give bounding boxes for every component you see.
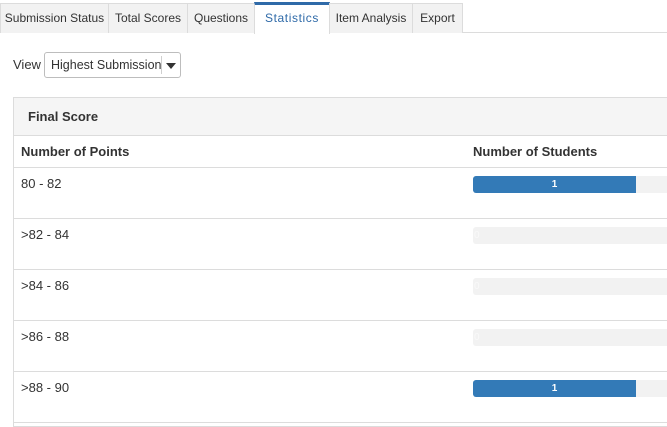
student-count-bar: 0: [473, 278, 667, 295]
points-range: 80 - 82: [21, 176, 62, 191]
panel-header: Final Score: [14, 98, 667, 136]
student-count-bar: 0: [473, 329, 667, 346]
table-row: 80 - 82 1: [14, 168, 667, 219]
column-header-points: Number of Points: [21, 144, 130, 159]
zero-count-label: 0: [474, 281, 480, 292]
table-row: >84 - 86 0: [14, 270, 667, 321]
column-header-students: Number of Students: [473, 144, 598, 159]
points-range: >88 - 90: [21, 380, 70, 395]
tab-statistics[interactable]: Statistics: [254, 2, 330, 34]
zero-count-label: 0: [474, 332, 480, 343]
final-score-panel: Final Score Number of Points Number of S…: [13, 97, 667, 427]
tab-bar: Submission Status Total Scores Questions…: [0, 0, 667, 34]
tab-questions[interactable]: Questions: [187, 3, 255, 33]
zero-count-label: 0: [474, 230, 480, 241]
view-select-value: Highest Submission: [51, 58, 162, 72]
student-count-bar: 1: [473, 176, 667, 193]
view-select-divider: [161, 56, 162, 74]
table-row: >86 - 88 0: [14, 321, 667, 372]
student-count-bar: 1: [473, 380, 667, 397]
student-count-fill: 1: [473, 380, 636, 397]
view-label: View: [13, 57, 41, 72]
student-count-fill: 1: [473, 176, 636, 193]
table-row: >82 - 84 0: [14, 219, 667, 270]
points-range: >82 - 84: [21, 227, 70, 242]
table-row: >88 - 90 1: [14, 372, 667, 423]
view-select[interactable]: Highest Submission: [44, 52, 181, 78]
tab-submission-status[interactable]: Submission Status: [0, 3, 109, 33]
points-range: >84 - 86: [21, 278, 70, 293]
chevron-down-icon[interactable]: [166, 63, 176, 69]
points-range: >86 - 88: [21, 329, 70, 344]
tab-export[interactable]: Export: [412, 3, 463, 33]
panel-title: Final Score: [28, 109, 99, 124]
student-count-bar: 0: [473, 227, 667, 244]
tab-item-analysis[interactable]: Item Analysis: [329, 3, 413, 33]
tab-total-scores[interactable]: Total Scores: [108, 3, 188, 33]
